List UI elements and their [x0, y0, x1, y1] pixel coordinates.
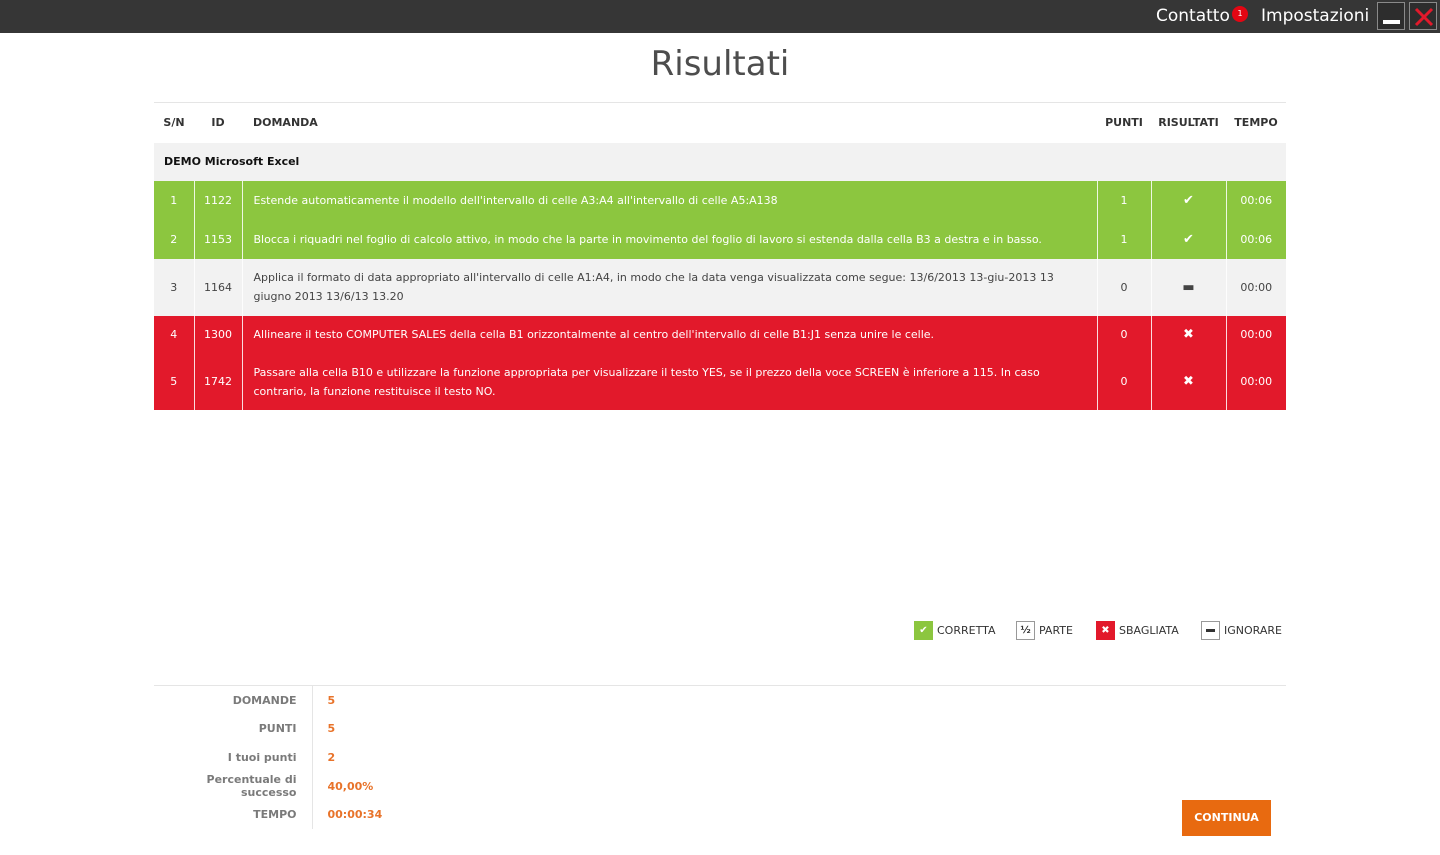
row-question: Passare alla cella B10 e utilizzare la f…: [241, 353, 1097, 410]
summary-label: DOMANDE: [154, 686, 313, 715]
dash-icon: ▬: [1182, 279, 1195, 295]
table-header: S/N ID DOMANDA PUNTI RISULTATI TEMPO: [154, 102, 1286, 143]
dash-icon: [1201, 620, 1220, 640]
row-id: 1122: [193, 180, 242, 220]
summary-label: TEMPO: [154, 800, 313, 829]
contact-link[interactable]: Contatto: [1156, 0, 1230, 33]
summary-table: DOMANDE 5 PUNTI 5 I tuoi punti 2 Percent…: [154, 686, 554, 829]
cross-icon: ✖: [1183, 374, 1194, 389]
legend-correct-label: CORRETTA: [937, 623, 996, 637]
half-icon: ½: [1016, 620, 1035, 640]
cross-icon: ✖: [1183, 327, 1194, 342]
row-points: 0: [1096, 315, 1151, 354]
row-sn: 4: [154, 315, 194, 354]
row-time: 00:00: [1225, 353, 1286, 410]
settings-link[interactable]: Impostazioni: [1261, 0, 1369, 33]
row-id: 1164: [193, 258, 242, 316]
row-sn: 1: [154, 180, 194, 220]
summary-value: 40,00%: [327, 779, 374, 793]
summary-row: DOMANDE 5: [154, 686, 554, 715]
row-id: 1153: [193, 219, 242, 259]
row-time: 00:00: [1225, 258, 1286, 316]
legend-ignore-label: IGNORARE: [1224, 623, 1282, 637]
table-row[interactable]: 1 1122 Estende automaticamente il modell…: [154, 180, 1286, 220]
row-question: Estende automaticamente il modello dell'…: [241, 180, 1097, 220]
row-sn: 3: [154, 258, 194, 316]
legend-ignore: IGNORARE: [1201, 620, 1282, 640]
row-id: 1742: [193, 353, 242, 410]
continue-button[interactable]: CONTINUA: [1182, 800, 1271, 836]
row-id: 1300: [193, 315, 242, 354]
row-points: 0: [1096, 353, 1151, 410]
summary-label: PUNTI: [154, 714, 313, 744]
summary-value: 2: [327, 750, 336, 764]
row-sn: 2: [154, 219, 194, 259]
summary-value: 00:00:34: [327, 808, 383, 822]
row-sn: 5: [154, 353, 194, 410]
row-points: 1: [1096, 219, 1151, 259]
legend-part: ½ PARTE: [1016, 620, 1073, 640]
header-question: DOMANDA: [242, 102, 1097, 143]
legend-part-label: PARTE: [1039, 623, 1073, 637]
row-time: 00:06: [1225, 180, 1286, 220]
group-title: DEMO Microsoft Excel: [154, 142, 1286, 181]
table-row[interactable]: 3 1164 Applica il formato di data approp…: [154, 258, 1286, 316]
check-icon: ✔: [1183, 231, 1194, 247]
title-bar: Contatto 1 Impostazioni: [0, 0, 1440, 33]
group-row: DEMO Microsoft Excel: [154, 142, 1286, 181]
notification-badge: 1: [1232, 6, 1248, 22]
check-icon: ✔: [914, 620, 933, 640]
table-row[interactable]: 5 1742 Passare alla cella B10 e utilizza…: [154, 353, 1286, 410]
summary-row: I tuoi punti 2: [154, 743, 554, 772]
row-time: 00:00: [1225, 315, 1286, 354]
summary-row: PUNTI 5: [154, 714, 554, 744]
close-button[interactable]: [1409, 2, 1437, 30]
summary-value: 5: [327, 722, 336, 736]
minimize-button[interactable]: [1377, 2, 1405, 30]
minimize-icon: [1383, 20, 1400, 24]
legend-correct: ✔ CORRETTA: [914, 620, 996, 640]
summary-label: Percentuale di successo: [154, 771, 313, 801]
page-title: Risultati: [650, 44, 790, 84]
summary-value: 5: [327, 693, 336, 707]
header-id: ID: [194, 102, 242, 143]
legend-wrong-label: SBAGLIATA: [1119, 623, 1179, 637]
table-row[interactable]: 2 1153 Blocca i riquadri nel foglio di c…: [154, 219, 1286, 259]
table-row[interactable]: 4 1300 Allineare il testo COMPUTER SALES…: [154, 315, 1286, 354]
summary-label: I tuoi punti: [154, 743, 313, 772]
row-question: Allineare il testo COMPUTER SALES della …: [241, 315, 1097, 354]
row-time: 00:06: [1225, 219, 1286, 259]
row-question: Blocca i riquadri nel foglio di calcolo …: [241, 219, 1097, 259]
results-table: S/N ID DOMANDA PUNTI RISULTATI TEMPO DEM…: [154, 102, 1286, 410]
header-sn: S/N: [154, 102, 194, 143]
legend-wrong: ✖ SBAGLIATA: [1096, 620, 1179, 640]
row-points: 1: [1096, 180, 1151, 220]
header-points: PUNTI: [1097, 102, 1151, 143]
cross-icon: ✖: [1096, 620, 1115, 640]
header-time: TEMPO: [1226, 102, 1286, 143]
row-points: 0: [1096, 258, 1151, 316]
check-icon: ✔: [1183, 192, 1194, 208]
summary-row: TEMPO 00:00:34: [154, 800, 554, 829]
row-question: Applica il formato di data appropriato a…: [241, 258, 1097, 316]
header-result: RISULTATI: [1151, 102, 1226, 143]
close-icon: [1414, 7, 1434, 27]
summary-row: Percentuale di successo 40,00%: [154, 771, 554, 801]
